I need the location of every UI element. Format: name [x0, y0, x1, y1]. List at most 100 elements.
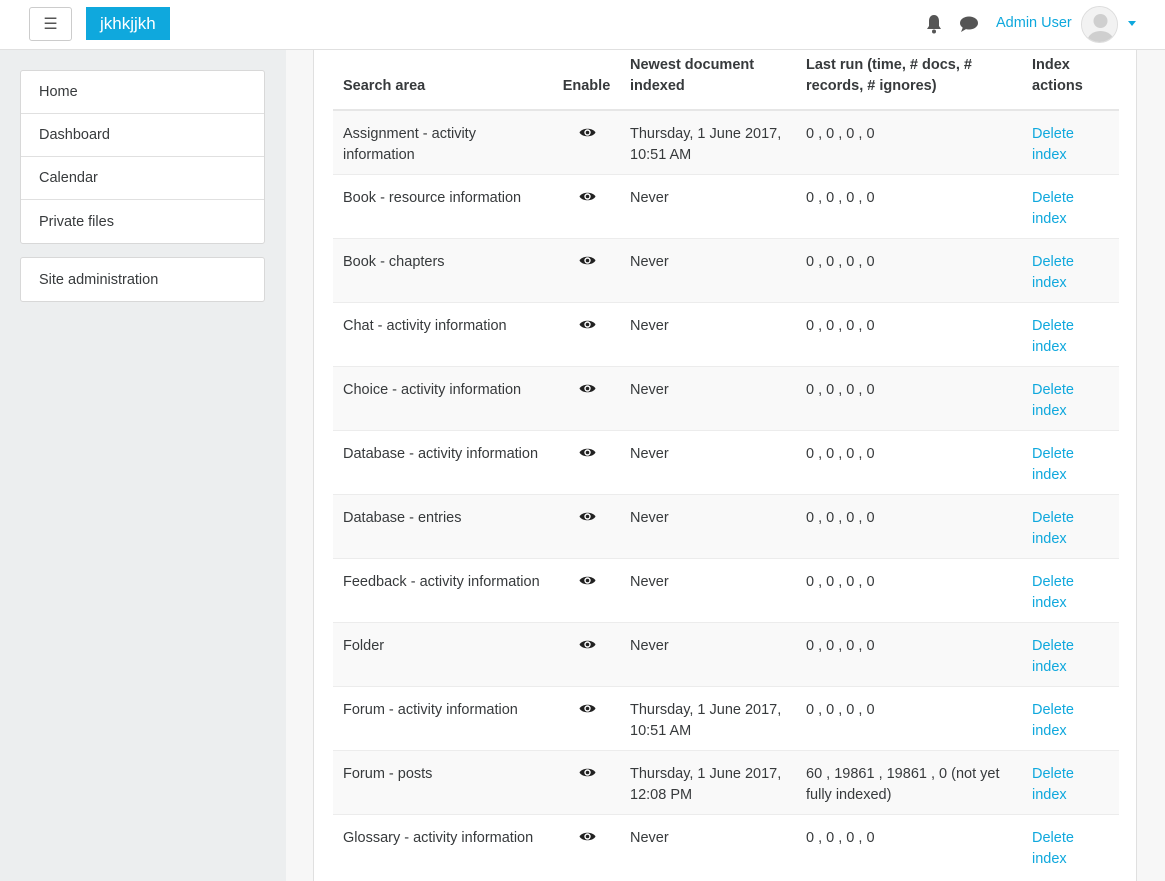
- table-row: Assignment - activity information Thursda…: [333, 109, 1119, 174]
- eye-icon[interactable]: [579, 703, 596, 719]
- user-menu-name[interactable]: Admin User: [996, 15, 1072, 31]
- index-actions-cell: Delete index: [1022, 749, 1119, 814]
- last-run-stats: 0 , 0 , 0 , 0: [796, 813, 1022, 878]
- top-navbar: ☰ jkhkjjkh Admin User: [0, 0, 1165, 50]
- newest-document-indexed: Never: [620, 429, 796, 494]
- sidebar-item-site-administration[interactable]: Site administration: [21, 258, 264, 301]
- search-area-name: Glossary - activity information: [333, 813, 551, 878]
- last-run-stats: 0 , 0 , 0 , 0: [796, 685, 1022, 750]
- enable-toggle[interactable]: [551, 173, 620, 238]
- delete-index-link[interactable]: Delete index: [1032, 510, 1074, 547]
- index-actions-cell: Delete index: [1022, 557, 1119, 622]
- menu-toggle-button[interactable]: ☰: [29, 7, 72, 41]
- search-area-name: Chat - activity information: [333, 301, 551, 366]
- delete-index-link[interactable]: Delete index: [1032, 766, 1074, 803]
- newest-document-indexed: Thursday, 1 June 2017, 10:51 AM: [620, 685, 796, 750]
- search-area-name: Database - entries: [333, 493, 551, 558]
- delete-index-link[interactable]: Delete index: [1032, 126, 1074, 163]
- eye-icon[interactable]: [579, 831, 596, 847]
- search-area-name: Book - chapters: [333, 237, 551, 302]
- enable-toggle[interactable]: [551, 557, 620, 622]
- enable-toggle[interactable]: [551, 621, 620, 686]
- index-actions-cell: Delete index: [1022, 173, 1119, 238]
- delete-index-link[interactable]: Delete index: [1032, 702, 1074, 739]
- table-row: Forum - posts Thursday, 1 June 2017, 12:0…: [333, 749, 1119, 814]
- delete-index-link[interactable]: Delete index: [1032, 254, 1074, 291]
- bell-icon[interactable]: [925, 14, 943, 34]
- table-row: Folder Never 0 , 0 , 0 , 0 Delete index: [333, 621, 1119, 686]
- newest-document-indexed: Never: [620, 365, 796, 430]
- last-run-stats: 0 , 0 , 0 , 0: [796, 365, 1022, 430]
- enable-toggle[interactable]: [551, 749, 620, 814]
- newest-document-indexed: Thursday, 1 June 2017, 10:51 AM: [620, 109, 796, 174]
- chevron-down-icon[interactable]: [1126, 17, 1138, 29]
- header-last-run: Last run (time, # docs, # records, # ign…: [796, 50, 1022, 111]
- eye-icon[interactable]: [579, 575, 596, 591]
- search-area-name: Choice - activity information: [333, 365, 551, 430]
- table-row: Book - chapters Never 0 , 0 , 0 , 0 Delete …: [333, 237, 1119, 302]
- delete-index-link[interactable]: Delete index: [1032, 190, 1074, 227]
- eye-icon[interactable]: [579, 383, 596, 399]
- delete-index-link[interactable]: Delete index: [1032, 638, 1074, 675]
- sidebar-item-dashboard[interactable]: Dashboard: [21, 114, 264, 157]
- table-row: Choice - activity information Never 0 , 0 …: [333, 365, 1119, 430]
- last-run-stats: 0 , 0 , 0 , 0: [796, 173, 1022, 238]
- newest-document-indexed: Never: [620, 493, 796, 558]
- search-area-name: Database - activity information: [333, 429, 551, 494]
- eye-icon[interactable]: [579, 511, 596, 527]
- newest-document-indexed: Never: [620, 237, 796, 302]
- delete-index-link[interactable]: Delete index: [1032, 318, 1074, 355]
- delete-index-link[interactable]: Delete index: [1032, 382, 1074, 419]
- header-index-actions: Index actions: [1022, 50, 1119, 111]
- table-row: Book - resource information Never 0 , 0 , …: [333, 173, 1119, 238]
- eye-icon[interactable]: [579, 191, 596, 207]
- index-actions-cell: Delete index: [1022, 429, 1119, 494]
- eye-icon[interactable]: [579, 447, 596, 463]
- eye-icon[interactable]: [579, 127, 596, 143]
- newest-document-indexed: Never: [620, 557, 796, 622]
- last-run-stats: 60 , 19861 , 19861 , 0 (not yet fully in…: [796, 749, 1022, 814]
- table-row: Forum - activity information Thursday, 1 …: [333, 685, 1119, 750]
- search-area-name: Folder: [333, 621, 551, 686]
- enable-toggle[interactable]: [551, 301, 620, 366]
- search-area-name: Book - resource information: [333, 173, 551, 238]
- index-actions-cell: Delete index: [1022, 685, 1119, 750]
- enable-toggle[interactable]: [551, 109, 620, 174]
- search-area-name: Forum - posts: [333, 749, 551, 814]
- last-run-stats: 0 , 0 , 0 , 0: [796, 557, 1022, 622]
- chat-icon[interactable]: [959, 15, 979, 33]
- search-area-name: Assignment - activity information: [333, 109, 551, 174]
- enable-toggle[interactable]: [551, 365, 620, 430]
- delete-index-link[interactable]: Delete index: [1032, 574, 1074, 611]
- search-area-name: Forum - activity information: [333, 685, 551, 750]
- navigation-block: Home Dashboard Calendar Private files: [20, 70, 265, 244]
- enable-toggle[interactable]: [551, 493, 620, 558]
- left-sidebar: Home Dashboard Calendar Private files Si…: [0, 50, 286, 881]
- enable-toggle[interactable]: [551, 685, 620, 750]
- newest-document-indexed: Never: [620, 621, 796, 686]
- eye-icon[interactable]: [579, 639, 596, 655]
- admin-block: Site administration: [20, 257, 265, 302]
- enable-toggle[interactable]: [551, 813, 620, 878]
- index-actions-cell: Delete index: [1022, 237, 1119, 302]
- enable-toggle[interactable]: [551, 429, 620, 494]
- sidebar-item-calendar[interactable]: Calendar: [21, 157, 264, 200]
- sidebar-item-private-files[interactable]: Private files: [21, 200, 264, 243]
- eye-icon[interactable]: [579, 319, 596, 335]
- index-actions-cell: Delete index: [1022, 301, 1119, 366]
- last-run-stats: 0 , 0 , 0 , 0: [796, 109, 1022, 174]
- sidebar-item-home[interactable]: Home: [21, 71, 264, 114]
- avatar[interactable]: [1081, 6, 1118, 43]
- header-enable: Enable: [551, 50, 620, 111]
- table-row: Feedback - activity information Never 0 , …: [333, 557, 1119, 622]
- index-actions-cell: Delete index: [1022, 621, 1119, 686]
- last-run-stats: 0 , 0 , 0 , 0: [796, 493, 1022, 558]
- site-brand[interactable]: jkhkjjkh: [86, 7, 170, 40]
- eye-icon[interactable]: [579, 255, 596, 271]
- eye-icon[interactable]: [579, 767, 596, 783]
- delete-index-link[interactable]: Delete index: [1032, 830, 1074, 867]
- index-actions-cell: Delete index: [1022, 109, 1119, 174]
- last-run-stats: 0 , 0 , 0 , 0: [796, 237, 1022, 302]
- enable-toggle[interactable]: [551, 237, 620, 302]
- delete-index-link[interactable]: Delete index: [1032, 446, 1074, 483]
